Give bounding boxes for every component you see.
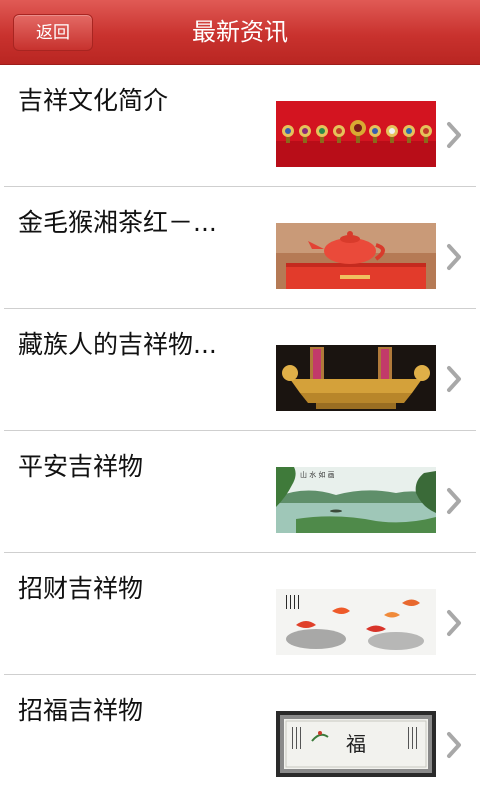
- news-item-title: 藏族人的吉祥物...: [18, 330, 217, 359]
- chevron-right-icon: [447, 244, 461, 270]
- news-item-title: 金毛猴湘茶红－...: [18, 208, 217, 237]
- app-header: 返回 最新资讯: [0, 0, 480, 65]
- news-list: 吉祥文化简介 金毛猴湘茶红－... 藏族人的吉祥物... 平安吉祥物 山 水 如…: [0, 65, 480, 797]
- news-list-item[interactable]: 招福吉祥物 福: [0, 675, 480, 797]
- koi-fish-painting-image: [276, 589, 436, 655]
- chevron-right-icon: [447, 488, 461, 514]
- red-teapot-image: [276, 223, 436, 289]
- svg-text:山 水 如 画: 山 水 如 画: [300, 470, 335, 479]
- golden-dragon-carving-image: [276, 345, 436, 411]
- news-item-title: 招财吉祥物: [18, 574, 144, 603]
- chevron-right-icon: [447, 732, 461, 758]
- news-item-title: 吉祥文化简介: [18, 86, 169, 115]
- news-list-item[interactable]: 招财吉祥物: [0, 553, 480, 675]
- chevron-right-icon: [447, 122, 461, 148]
- chevron-right-icon: [447, 366, 461, 392]
- news-list-item[interactable]: 藏族人的吉祥物...: [0, 309, 480, 431]
- back-button[interactable]: 返回: [13, 14, 93, 51]
- news-list-item[interactable]: 金毛猴湘茶红－...: [0, 187, 480, 309]
- news-list-item[interactable]: 吉祥文化简介: [0, 65, 480, 187]
- news-list-item[interactable]: 平安吉祥物 山 水 如 画: [0, 431, 480, 553]
- svg-text:福: 福: [346, 732, 366, 756]
- fu-calligraphy-scroll-image: 福: [276, 711, 436, 777]
- lake-landscape-painting-image: 山 水 如 画: [276, 467, 436, 533]
- news-item-title: 招福吉祥物: [18, 696, 144, 725]
- chevron-right-icon: [447, 610, 461, 636]
- news-item-title: 平安吉祥物: [18, 452, 144, 481]
- eight-auspicious-symbols-image: [276, 101, 436, 167]
